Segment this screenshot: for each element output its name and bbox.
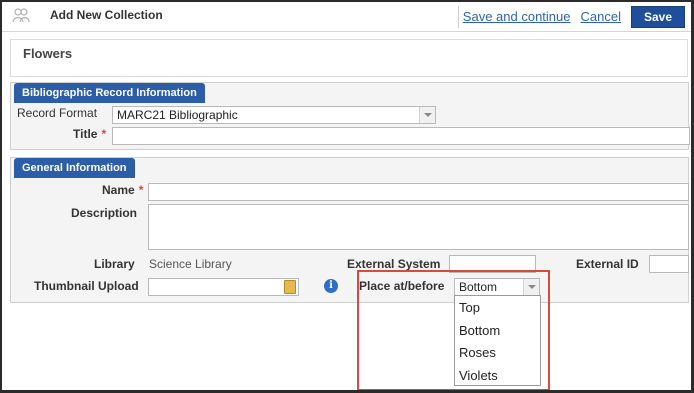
name-input[interactable] [148, 183, 689, 201]
record-format-value: MARC21 Bibliographic [117, 108, 238, 122]
title-label: Title * [73, 127, 107, 141]
save-and-continue-link[interactable]: Save and continue [463, 9, 571, 24]
collection-name: Flowers [23, 46, 73, 61]
section-header-bibliographic: Bibliographic Record Information [14, 83, 205, 103]
divider [457, 5, 459, 28]
external-id-input[interactable] [649, 255, 689, 273]
title-input[interactable] [112, 127, 690, 145]
description-textarea[interactable] [148, 204, 689, 250]
required-asterisk: * [101, 127, 107, 141]
description-label: Description [71, 206, 138, 220]
save-button[interactable]: Save [630, 5, 685, 28]
highlight-box [357, 270, 550, 390]
info-icon[interactable]: i [324, 279, 338, 293]
collection-icon [12, 8, 30, 23]
record-format-select[interactable]: MARC21 Bibliographic [112, 106, 436, 124]
window-frame: Add New Collection Save and continue Can… [0, 0, 694, 393]
general-section: General Information Name * Description Li… [10, 157, 689, 303]
external-id-label: External ID [576, 257, 639, 271]
page-header: Add New Collection Save and continue Can… [2, 2, 691, 32]
required-asterisk: * [138, 183, 144, 197]
name-label: Name * [102, 183, 144, 197]
external-system-label: External System [347, 257, 441, 271]
record-format-label: Record Format [17, 106, 98, 120]
cancel-link[interactable]: Cancel [581, 9, 621, 24]
header-actions: Save and continue Cancel Save [457, 2, 691, 31]
library-label: Library [94, 257, 135, 271]
library-value: Science Library [149, 257, 232, 271]
thumbnail-upload-input[interactable] [148, 278, 299, 296]
bibliographic-section: Bibliographic Record Information Record … [10, 82, 690, 150]
chevron-down-icon [419, 107, 435, 123]
page-title: Add New Collection [50, 8, 163, 22]
section-header-general: General Information [14, 158, 135, 178]
thumbnail-upload-label: Thumbnail Upload [34, 279, 139, 293]
collection-name-panel: Flowers [10, 39, 688, 77]
folder-icon[interactable] [284, 280, 296, 294]
